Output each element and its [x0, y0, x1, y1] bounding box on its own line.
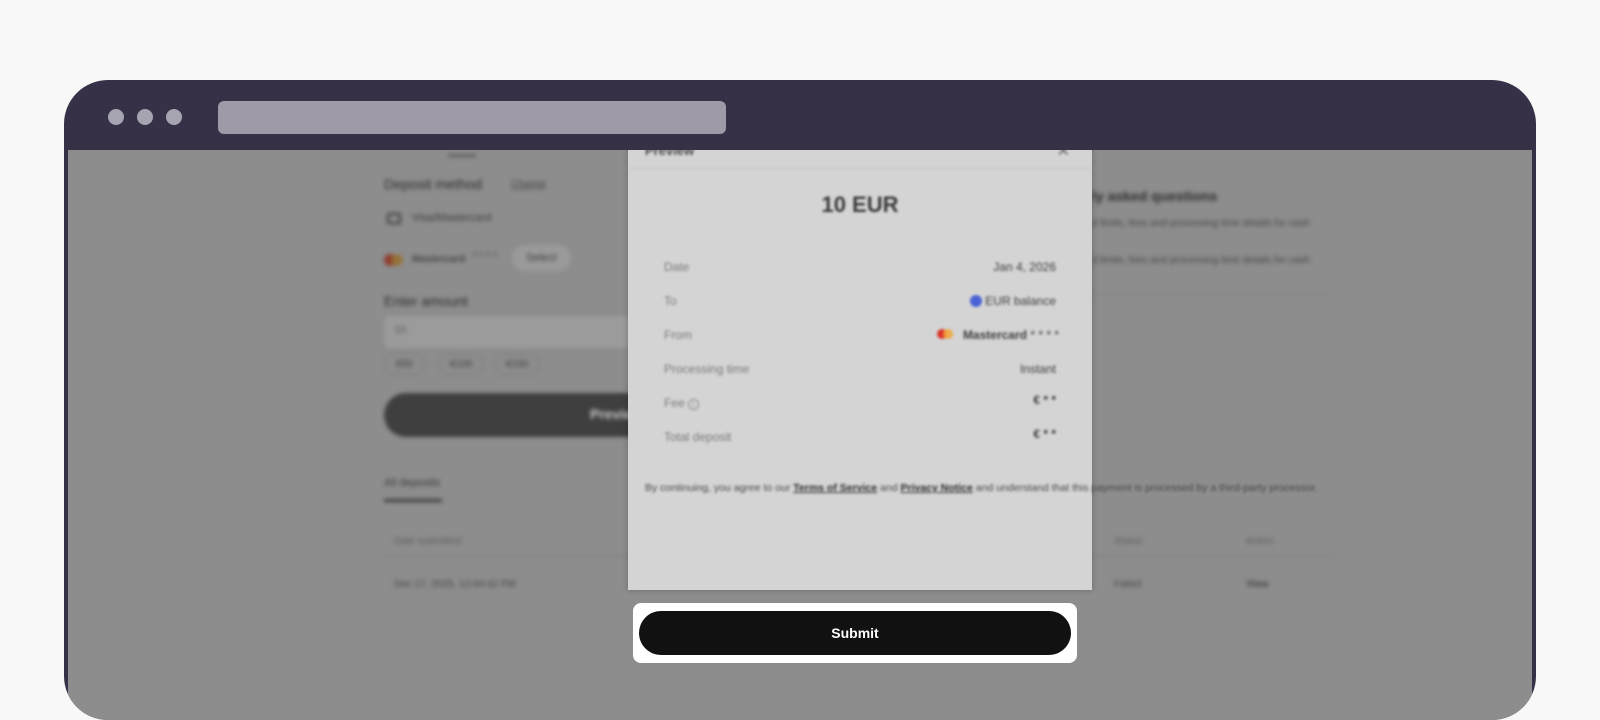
saved-card-mask: * * * *: [473, 251, 497, 262]
browser-toolbar: [64, 80, 1536, 150]
row-value-date: Jan 4, 2026: [993, 260, 1056, 274]
fee-label: Fee: [664, 396, 685, 410]
faq-item[interactable]: d limits, fees and processing time detai…: [1092, 255, 1310, 266]
table-cell-date: Dec 17, 2025, 12:04:42 PM: [394, 579, 516, 590]
submit-highlight: Submit: [633, 603, 1077, 663]
enter-amount-label: Enter amount: [384, 293, 469, 309]
modal-title: Preview: [645, 150, 695, 158]
row-value-from: Mastercard * * * *: [936, 328, 1059, 342]
window-dot-icon: [166, 109, 182, 125]
window-dot-icon: [108, 109, 124, 125]
tab-all-deposits[interactable]: All deposits: [384, 477, 440, 489]
amount-chip[interactable]: €100: [438, 353, 485, 375]
terms-suffix: and understand that this payment is proc…: [972, 482, 1318, 494]
saved-card-label: Mastercard: [412, 254, 466, 265]
window-dot-icon: [137, 109, 153, 125]
preview-modal: Preview ✕ 10 EUR Date Jan 4, 2026 To EUR…: [628, 150, 1318, 590]
faq-item[interactable]: d limits, fees and processing time detai…: [1092, 218, 1310, 229]
row-value-processing-time: Instant: [1019, 362, 1056, 376]
card-type-label: Visa/Mastercard: [412, 212, 492, 224]
privacy-notice-link[interactable]: Privacy Notice: [900, 482, 972, 494]
table-cell-status: Failed: [1114, 579, 1142, 590]
table-header-action: Action: [1246, 536, 1274, 547]
row-label-fee: Fee i: [664, 396, 699, 410]
terms-of-service-link[interactable]: Terms of Service: [793, 482, 877, 494]
select-card-button[interactable]: Select: [512, 245, 571, 271]
submit-button[interactable]: Submit: [639, 611, 1071, 655]
modal-content: Preview ✕ 10 EUR Date Jan 4, 2026 To EUR…: [628, 150, 1318, 590]
from-card-label: Mastercard: [962, 328, 1027, 342]
change-link[interactable]: Change: [511, 179, 546, 190]
from-card-mask: * * * *: [1030, 328, 1059, 342]
mastercard-icon: [384, 254, 404, 266]
faq-title: ly asked questions: [1092, 188, 1218, 204]
deposit-amount: 10 EUR: [821, 192, 899, 217]
tab-indicator: [448, 154, 476, 157]
browser-frame: Deposit method Change Visa/Mastercard Ma…: [64, 80, 1536, 720]
row-label-date: Date: [664, 260, 690, 274]
terms-text: By continuing, you agree to our Terms of…: [645, 480, 1318, 496]
table-header-date: Date submitted: [394, 536, 462, 547]
row-label-from: From: [664, 328, 692, 342]
row-label-total: Total deposit: [664, 430, 732, 444]
mastercard-icon: [936, 329, 953, 339]
terms-prefix: By continuing, you agree to our: [645, 482, 794, 494]
address-bar[interactable]: [218, 101, 726, 134]
table-header-status: Status: [1114, 536, 1143, 547]
table-cell-action[interactable]: View: [1246, 579, 1269, 590]
amount-chip[interactable]: €150: [494, 353, 541, 375]
deposit-method-label: Deposit method: [384, 176, 483, 192]
to-account-label: EUR balance: [985, 294, 1056, 308]
card-icon: [387, 213, 401, 224]
row-value-fee: € * *: [1033, 393, 1056, 407]
row-value-total: € * *: [1033, 427, 1056, 441]
info-icon[interactable]: i: [687, 399, 699, 410]
amount-chip[interactable]: €50: [384, 353, 425, 375]
eur-currency-icon: [970, 295, 983, 307]
close-icon[interactable]: ✕: [1057, 150, 1070, 161]
tab-underline: [384, 499, 442, 502]
row-label-to: To: [664, 294, 677, 308]
row-value-to: EUR balance: [970, 294, 1056, 308]
row-label-processing-time: Processing time: [664, 362, 750, 376]
amount-input[interactable]: 10: [384, 316, 654, 348]
faq-divider: [1092, 293, 1332, 294]
terms-and: and: [877, 482, 901, 494]
page-viewport: Deposit method Change Visa/Mastercard Ma…: [68, 150, 1532, 720]
modal-divider: [628, 168, 1092, 169]
